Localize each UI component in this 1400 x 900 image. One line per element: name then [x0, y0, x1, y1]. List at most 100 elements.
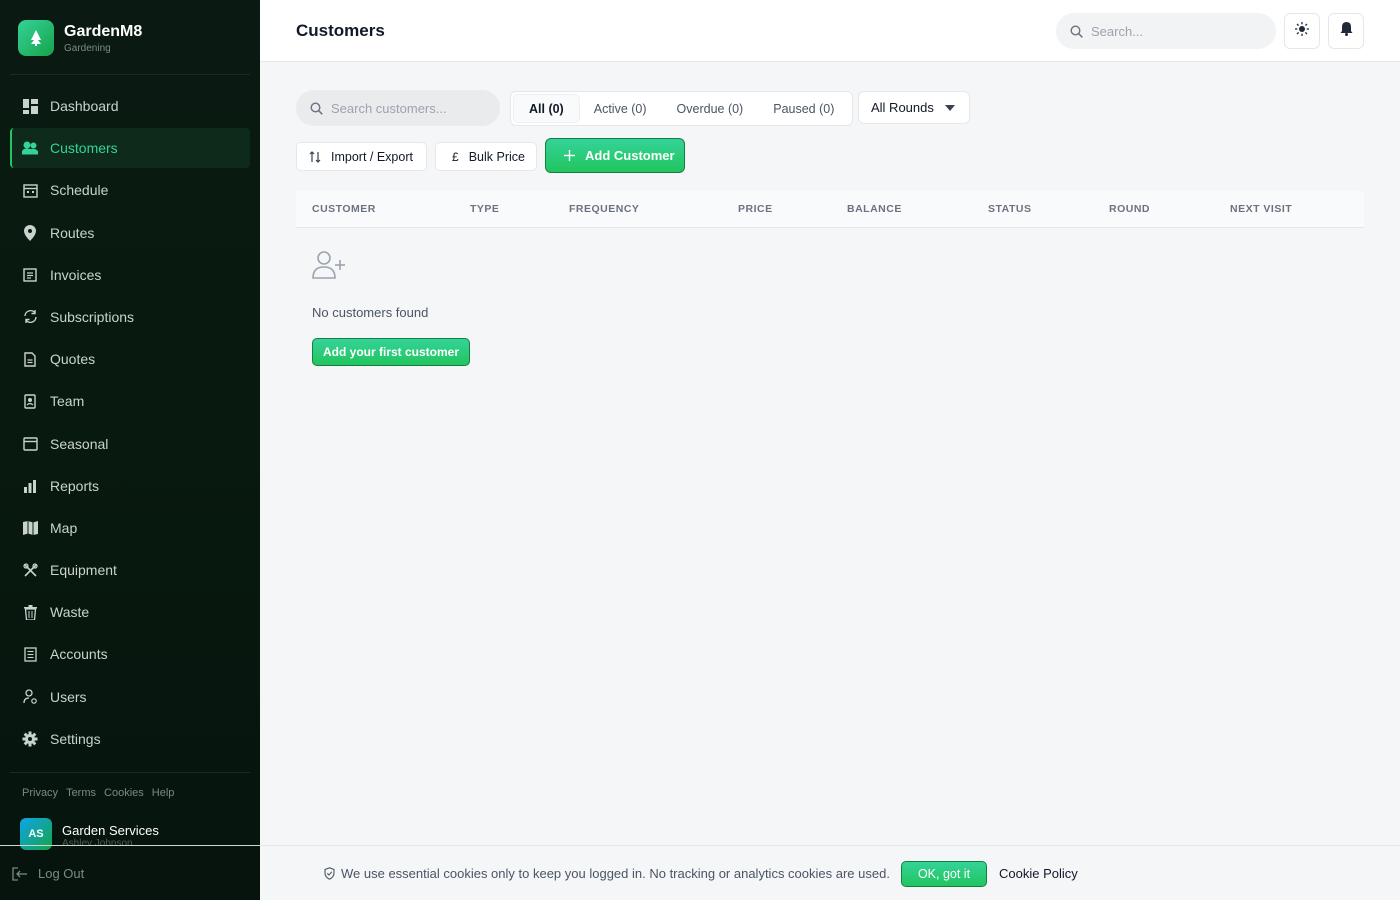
sidebar-item-reports[interactable]: Reports — [10, 466, 250, 506]
customers-table-header: CUSTOMER TYPE FREQUENCY PRICE BALANCE ST… — [296, 191, 1364, 228]
top-bar: Customers Search... — [260, 0, 1400, 62]
calendar-box-icon — [22, 436, 38, 452]
cookie-banner: We use essential cookies only to keep yo… — [260, 845, 1400, 900]
tab-overdue[interactable]: Overdue (0) — [662, 95, 759, 122]
logout-icon — [12, 866, 28, 881]
sidebar-item-label: Subscriptions — [50, 308, 135, 325]
column-header[interactable]: ROUND — [1109, 203, 1150, 215]
help-link[interactable]: Help — [152, 787, 175, 799]
column-header[interactable]: STATUS — [988, 203, 1031, 215]
add-customer-button[interactable]: Add Customer — [545, 138, 685, 173]
app-subtitle: Gardening — [64, 42, 111, 54]
sidebar-item-seasonal[interactable]: Seasonal — [10, 424, 250, 464]
sidebar-item-routes[interactable]: Routes — [10, 213, 250, 253]
user-cog-icon — [22, 689, 38, 705]
round-filter-select[interactable]: All Rounds — [858, 91, 970, 124]
plus-icon — [564, 150, 575, 161]
theme-toggle-button[interactable] — [1284, 13, 1320, 49]
search-icon — [1070, 24, 1083, 38]
sidebar-item-label: Equipment — [50, 562, 117, 579]
empty-state-message: No customers found — [312, 305, 429, 320]
brand[interactable]: GardenM8 Gardening — [18, 20, 142, 56]
sidebar-item-label: Routes — [50, 224, 95, 241]
sidebar-item-equipment[interactable]: Equipment — [10, 550, 250, 590]
bulk-price-button[interactable]: £ Bulk Price — [435, 142, 537, 171]
sidebar-item-label: Map — [50, 519, 78, 536]
cookie-accept-button[interactable]: OK, got it — [901, 861, 987, 887]
divider — [0, 845, 260, 846]
bell-icon — [1340, 21, 1353, 41]
sidebar-item-settings[interactable]: Settings — [10, 719, 250, 759]
sidebar-item-invoices[interactable]: Invoices — [10, 255, 250, 295]
sidebar-item-label: Quotes — [50, 351, 96, 368]
cookie-policy-link[interactable]: Cookie Policy — [999, 866, 1078, 881]
search-placeholder: Search customers... — [331, 100, 447, 116]
sidebar-item-label: Seasonal — [50, 435, 109, 452]
sidebar-item-waste[interactable]: Waste — [10, 592, 250, 632]
column-header[interactable]: NEXT VISIT — [1230, 203, 1292, 215]
add-first-customer-button[interactable]: Add your first customer — [312, 338, 470, 366]
sidebar-item-schedule[interactable]: Schedule — [10, 170, 250, 210]
sort-arrows-icon — [309, 150, 321, 163]
bulk-price-label: Bulk Price — [468, 149, 525, 164]
sidebar-item-label: Customers — [50, 140, 118, 157]
users-icon — [22, 140, 38, 156]
search-placeholder: Search... — [1091, 23, 1144, 39]
invoice-icon — [22, 267, 38, 283]
tab-active[interactable]: Active (0) — [579, 95, 662, 122]
tools-icon — [22, 562, 38, 578]
app-name: GardenM8 — [64, 22, 143, 40]
import-export-label: Import / Export — [331, 149, 413, 164]
column-header[interactable]: BALANCE — [847, 203, 902, 215]
chevron-down-icon — [945, 105, 955, 111]
sidebar-item-customers[interactable]: Customers — [10, 128, 250, 169]
notifications-button[interactable] — [1328, 13, 1364, 49]
divider — [10, 74, 250, 75]
sidebar-item-accounts[interactable]: Accounts — [10, 634, 250, 674]
sidebar-item-label: Invoices — [50, 266, 102, 283]
bar-chart-icon — [22, 478, 38, 494]
privacy-link[interactable]: Privacy — [22, 787, 58, 799]
sidebar-item-quotes[interactable]: Quotes — [10, 339, 250, 379]
column-header[interactable]: FREQUENCY — [569, 203, 639, 215]
dashboard-icon — [22, 98, 38, 114]
import-export-button[interactable]: Import / Export — [296, 142, 427, 171]
page-title: Customers — [296, 21, 385, 40]
ledger-icon — [22, 646, 38, 662]
sidebar-nav: Dashboard Customers Schedule Routes Invo… — [10, 86, 250, 761]
terms-link[interactable]: Terms — [66, 787, 96, 799]
gear-icon — [22, 731, 38, 747]
shield-check-icon — [324, 867, 335, 880]
add-user-icon — [312, 250, 346, 285]
trash-icon — [22, 604, 38, 620]
tab-all[interactable]: All (0) — [514, 95, 579, 122]
column-header[interactable]: CUSTOMER — [312, 203, 376, 215]
sidebar-item-map[interactable]: Map — [10, 508, 250, 548]
sidebar-item-dashboard[interactable]: Dashboard — [10, 86, 250, 126]
column-header[interactable]: TYPE — [470, 203, 499, 215]
customer-search-input[interactable]: Search customers... — [296, 90, 500, 126]
logout-label: Log Out — [38, 866, 85, 881]
sidebar-item-team[interactable]: Team — [10, 381, 250, 421]
tab-paused[interactable]: Paused (0) — [758, 95, 849, 122]
sidebar-item-subscriptions[interactable]: Subscriptions — [10, 297, 250, 337]
sun-icon — [1295, 21, 1309, 41]
round-filter-value: All Rounds — [871, 100, 934, 115]
sidebar-item-label: Users — [50, 688, 87, 705]
global-search-input[interactable]: Search... — [1056, 13, 1276, 49]
logout-button[interactable]: Log Out — [12, 866, 84, 881]
add-customer-label: Add Customer — [585, 148, 675, 163]
column-header[interactable]: PRICE — [738, 203, 773, 215]
cookie-message: We use essential cookies only to keep yo… — [324, 866, 890, 881]
tree-logo-icon — [18, 20, 54, 56]
sidebar-item-label: Waste — [50, 604, 90, 621]
sidebar-item-label: Schedule — [50, 182, 109, 199]
search-icon — [310, 101, 323, 115]
calendar-icon — [22, 182, 38, 198]
refresh-icon — [22, 309, 38, 325]
sidebar-item-users[interactable]: Users — [10, 677, 250, 717]
main-content: Search customers... All (0) Active (0) O… — [260, 63, 1400, 845]
sidebar-item-label: Reports — [50, 477, 100, 494]
cookie-text: We use essential cookies only to keep yo… — [341, 866, 890, 881]
cookies-link[interactable]: Cookies — [104, 787, 144, 799]
